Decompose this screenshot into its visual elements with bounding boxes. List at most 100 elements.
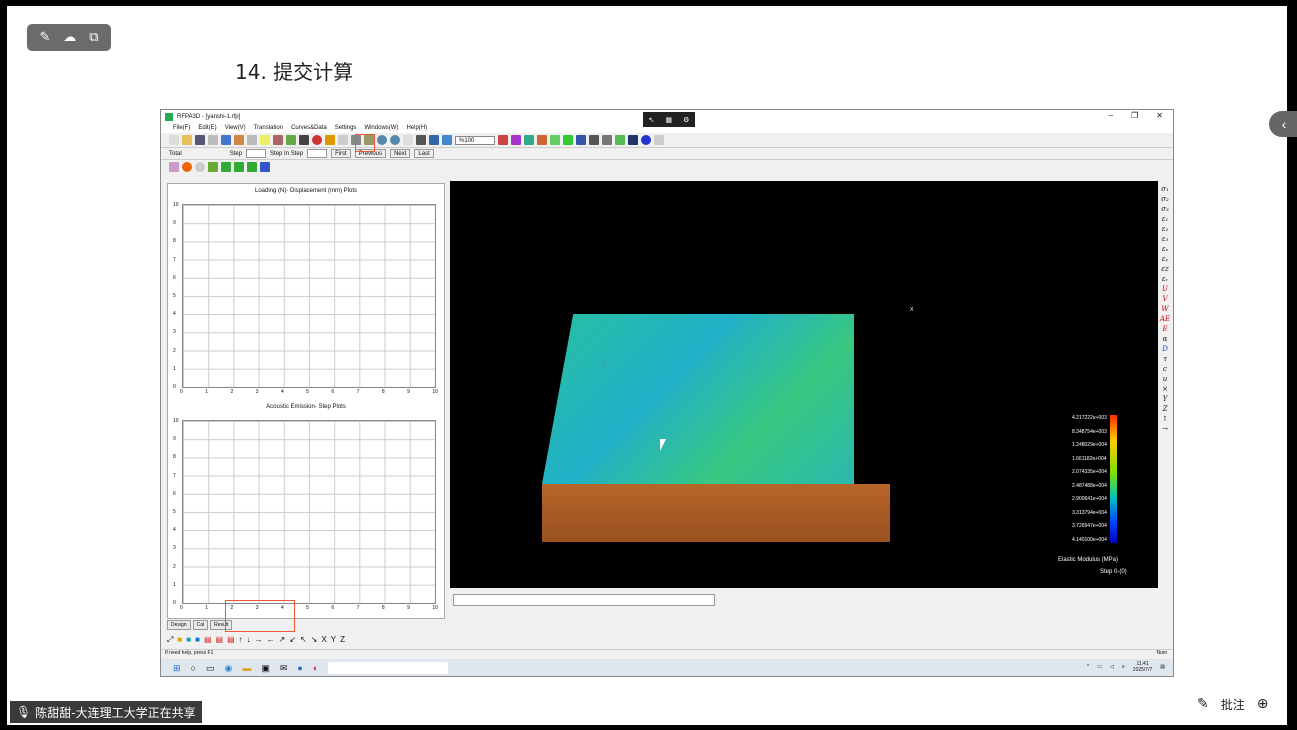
view-icon[interactable]: ⤢ [167, 635, 173, 645]
menu-view[interactable]: View(V) [225, 125, 246, 131]
bar-chart-icon[interactable] [576, 135, 586, 145]
constraint-icon[interactable] [273, 135, 283, 145]
step-input[interactable] [246, 149, 267, 158]
close-icon[interactable]: ✕ [1156, 111, 1163, 120]
sphere-icon[interactable] [641, 135, 651, 145]
arrow-up-icon[interactable]: ↑ [239, 635, 243, 644]
grid-view-icon[interactable] [429, 135, 439, 145]
tau-icon[interactable]: τ [1163, 355, 1167, 363]
u-lower-icon[interactable]: u [1163, 375, 1168, 383]
save-icon[interactable] [195, 135, 205, 145]
microphone-icon[interactable]: 🎙 [16, 705, 31, 719]
slice-3-icon[interactable]: ▤ [227, 635, 235, 644]
collapse-panel-button[interactable]: ‹ [1269, 111, 1297, 137]
notification-icon[interactable]: ▤ [1160, 664, 1165, 670]
epsilon-z-icon[interactable]: εz [1161, 265, 1168, 273]
chart-icon[interactable] [442, 135, 452, 145]
target-icon[interactable] [195, 161, 205, 172]
check-icon[interactable] [299, 135, 309, 145]
pen-off-icon[interactable]: ✎ [39, 30, 50, 45]
axis-y-button[interactable]: Y [331, 635, 336, 644]
menu-translation[interactable]: Translation [254, 125, 283, 131]
eye-icon[interactable] [524, 135, 534, 145]
windows-start-icon[interactable]: ⊞ [173, 663, 181, 674]
mesh-icon[interactable] [234, 135, 244, 145]
boundary-icon[interactable] [247, 135, 257, 145]
task-view-icon[interactable]: ▭ [206, 663, 215, 674]
store-icon[interactable]: ▣ [261, 663, 270, 674]
pin-icon[interactable] [550, 135, 560, 145]
epsilon3-icon[interactable]: ε₃ [1162, 235, 1169, 243]
vr-icon[interactable] [615, 135, 625, 145]
arrow-nw-icon[interactable]: ↖ [300, 635, 307, 644]
v-icon[interactable]: V [1162, 295, 1167, 303]
menu-edit[interactable]: Edit(E) [198, 125, 216, 131]
edge-icon[interactable]: ◉ [225, 663, 233, 674]
sigma1-icon[interactable]: σ₁ [1161, 185, 1169, 193]
curve-2-icon[interactable] [234, 161, 244, 172]
settings-icon[interactable]: ⚙ [683, 116, 689, 124]
epsilon2-icon[interactable]: ε₂ [1162, 225, 1169, 233]
next-button[interactable]: Next [390, 149, 411, 158]
cube-icon[interactable]: ■ [177, 635, 182, 644]
material-icon[interactable] [286, 135, 296, 145]
stop-icon[interactable] [325, 135, 335, 145]
volume-icon[interactable]: ◁ [1110, 664, 1114, 670]
network-icon[interactable]: ▭ [1097, 664, 1102, 670]
step-in-step-input[interactable] [307, 149, 328, 158]
sigma3-icon[interactable]: σ₃ [1161, 205, 1169, 213]
submit-calculation-icon[interactable] [312, 135, 322, 145]
w-icon[interactable]: W [1161, 305, 1168, 313]
link-icon[interactable] [602, 135, 612, 145]
zoom-out-icon[interactable] [390, 135, 400, 145]
sigma-icon[interactable] [169, 161, 179, 172]
recording-controls[interactable]: ↖ ▦ ⚙ [643, 112, 695, 127]
rfpa-app-icon[interactable]: ◐ [313, 663, 318, 673]
arrow-left-icon[interactable]: ← [267, 635, 275, 644]
minimize-icon[interactable]: – [1109, 111, 1113, 120]
tab-cal[interactable]: Cal [192, 620, 209, 630]
taskbar-search-box[interactable] [328, 662, 449, 674]
axis-x-button[interactable]: X [321, 635, 326, 644]
q-icon[interactable] [260, 161, 270, 172]
zoom-icon[interactable]: ⊕ [1257, 696, 1269, 712]
zoom-in-icon[interactable] [377, 135, 387, 145]
3d-viewport[interactable]: x 4.217222e+003 8.348754e+003 1.248029e+… [450, 181, 1158, 588]
filter-icon[interactable] [537, 135, 547, 145]
slice-icon[interactable]: ▤ [204, 635, 212, 644]
arrow-se-icon[interactable]: ↘ [311, 635, 318, 644]
menu-help[interactable]: Help(H) [406, 125, 427, 131]
y-axis-icon[interactable]: Y [1163, 395, 1168, 403]
menu-curves-data[interactable]: Curves&Data [291, 125, 327, 131]
x-axis-icon[interactable]: × [1162, 385, 1168, 393]
menu-windows[interactable]: Windows(W) [364, 125, 398, 131]
arrow-up-icon[interactable]: ↑ [1162, 415, 1168, 423]
taskbar-clock[interactable]: 11:41 2025/7/7 [1133, 661, 1152, 673]
cursor-icon[interactable] [416, 135, 426, 145]
curve-3-icon[interactable] [247, 161, 257, 172]
cloud-icon[interactable]: ☁ [63, 30, 76, 45]
output-console[interactable] [453, 594, 715, 606]
menu-file[interactable]: File(F) [173, 125, 190, 131]
bars-icon[interactable] [208, 161, 218, 172]
pointer-icon[interactable]: ↖ [649, 116, 655, 124]
e-icon[interactable]: E [1162, 325, 1167, 333]
arrow-sw-icon[interactable]: ↙ [289, 635, 296, 644]
share-screen-icon[interactable]: ⧉ [89, 30, 98, 45]
cube-blue-icon[interactable]: ■ [195, 635, 200, 644]
c-icon[interactable]: c [1163, 365, 1167, 373]
last-button[interactable]: Last [414, 149, 434, 158]
app-blue-icon[interactable]: ● [297, 663, 302, 673]
epsilon-y-icon[interactable]: εᵧ [1162, 255, 1168, 263]
arrow-right-icon[interactable]: → [1162, 425, 1168, 433]
epsilon1-icon[interactable]: ε₁ [1162, 215, 1169, 223]
cube-solid-icon[interactable]: ■ [186, 635, 191, 644]
menu-settings[interactable]: Settings [335, 125, 357, 131]
tray-chevron-icon[interactable]: ^ [1087, 664, 1089, 670]
arrow-ne-icon[interactable]: ↗ [279, 635, 286, 644]
arrow-right-icon[interactable]: → [255, 635, 263, 644]
annotate-button[interactable]: ✎ 批注 ⊕ [1197, 692, 1279, 716]
curve-1-icon[interactable] [221, 161, 231, 172]
epsilon-x-icon[interactable]: εₓ [1162, 245, 1168, 253]
pen-icon[interactable] [338, 135, 348, 145]
